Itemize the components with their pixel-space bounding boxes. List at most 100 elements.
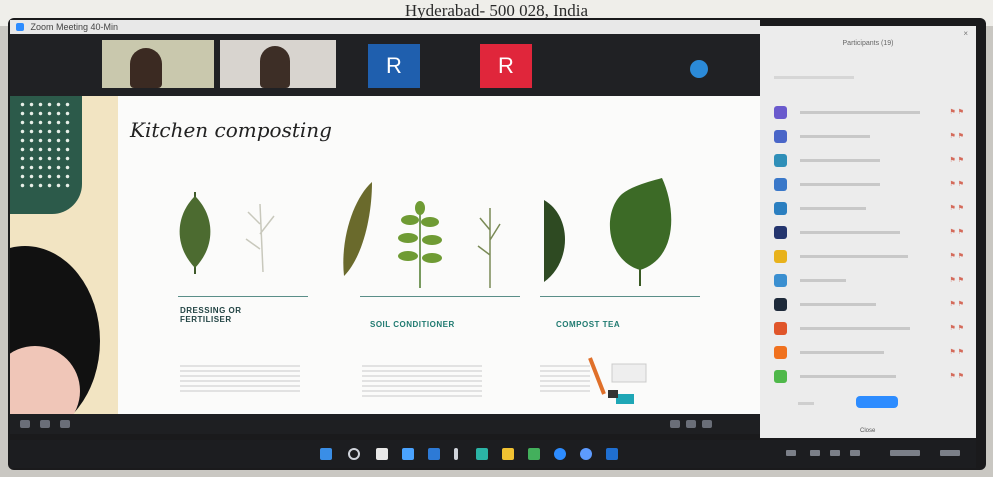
- participant-name: [800, 303, 876, 306]
- tray-chevron-icon[interactable]: [786, 450, 796, 456]
- mic-muted-icon: ⚑ ⚑: [949, 205, 965, 212]
- invite-link[interactable]: [798, 402, 814, 405]
- inner-app-icon[interactable]: [60, 420, 70, 428]
- volume-icon[interactable]: [830, 450, 840, 456]
- participant-avatar-tile-1[interactable]: R: [368, 44, 420, 88]
- inner-tray-icon-1[interactable]: [670, 420, 680, 428]
- participant-row[interactable]: ⚑ ⚑: [774, 128, 970, 146]
- round-leaf-image: [609, 178, 672, 286]
- windows-start-icon[interactable]: [320, 448, 332, 460]
- mic-muted-icon: ⚑ ⚑: [949, 133, 965, 140]
- avatar: [774, 202, 787, 215]
- inner-tray-icon-2[interactable]: [686, 420, 696, 428]
- column-heading-dressing: DRESSING OR FERTILISER: [180, 306, 242, 324]
- mic-muted-icon: ⚑ ⚑: [949, 181, 965, 188]
- participant-row[interactable]: ⚑ ⚑: [774, 152, 970, 170]
- column-divider-1: [178, 296, 308, 297]
- edge-icon[interactable]: [476, 448, 488, 460]
- participants-close-button[interactable]: Close: [860, 428, 875, 434]
- participant-name: [800, 159, 880, 162]
- fern-leaf-image: [179, 192, 211, 274]
- participant-row[interactable]: ⚑ ⚑: [774, 248, 970, 266]
- avatar: [774, 178, 787, 191]
- inner-start-icon[interactable]: [20, 420, 30, 428]
- participant-video-2[interactable]: [220, 40, 336, 88]
- mic-muted-icon: ⚑ ⚑: [949, 157, 965, 164]
- task-view-icon[interactable]: [376, 448, 388, 460]
- slide-decoration-green: [10, 96, 82, 214]
- participant-row[interactable]: ⚑ ⚑: [774, 224, 970, 242]
- participant-name: [800, 111, 920, 114]
- inner-tray-icon-3[interactable]: [702, 420, 712, 428]
- windows-taskbar: [10, 440, 976, 468]
- clock-display[interactable]: [890, 450, 920, 456]
- column-heading-compost-tea: COMPOST TEA: [556, 320, 621, 329]
- participant-row[interactable]: ⚑ ⚑: [774, 200, 970, 218]
- battery-icon[interactable]: [850, 450, 860, 456]
- inner-taskbar: [10, 414, 760, 434]
- participant-name: [800, 207, 866, 210]
- participant-name: [800, 135, 870, 138]
- mic-muted-icon: ⚑ ⚑: [949, 301, 965, 308]
- column-body-text-2: [362, 362, 482, 398]
- participants-panel-title: Participants (19): [842, 40, 894, 47]
- participant-row[interactable]: ⚑ ⚑: [774, 368, 970, 386]
- compound-leaf-image: [398, 201, 442, 288]
- column-heading-dressing-line1: DRESSING OR: [180, 306, 242, 315]
- participant-avatar-dot[interactable]: [690, 60, 708, 78]
- participant-name: [800, 231, 900, 234]
- date-display[interactable]: [940, 450, 960, 456]
- participants-search-placeholder[interactable]: [774, 76, 854, 79]
- small-sprig-image: [477, 208, 501, 288]
- dried-herb-image: [245, 203, 275, 273]
- chat-icon[interactable]: [428, 448, 440, 460]
- avatar: [774, 154, 787, 167]
- mute-all-button[interactable]: [856, 396, 898, 408]
- store-icon[interactable]: [528, 448, 540, 460]
- participant-name: [800, 255, 908, 258]
- long-leaf-image: [343, 182, 372, 276]
- participant-row[interactable]: ⚑ ⚑: [774, 344, 970, 362]
- divider-icon: [454, 448, 458, 460]
- panel-close-icon[interactable]: ×: [963, 29, 968, 38]
- participant-video-1[interactable]: [102, 40, 214, 88]
- avatar: [774, 226, 787, 239]
- widgets-icon[interactable]: [402, 448, 414, 460]
- column-heading-soil-conditioner: SOIL CONDITIONER: [370, 320, 455, 329]
- mic-muted-icon: ⚑ ⚑: [949, 229, 965, 236]
- wifi-icon[interactable]: [810, 450, 820, 456]
- teams-icon[interactable]: [606, 448, 618, 460]
- participant-row[interactable]: ⚑ ⚑: [774, 296, 970, 314]
- chrome-icon[interactable]: [580, 448, 592, 460]
- participant-avatar-tile-2[interactable]: R: [480, 44, 532, 88]
- shared-screen-slide: Kitchen composting DRESSING OR FERTILISE…: [10, 96, 760, 414]
- mic-muted-icon: ⚑ ⚑: [949, 325, 965, 332]
- avatar: [774, 322, 787, 335]
- participant-row[interactable]: ⚑ ⚑: [774, 104, 970, 122]
- avatar: [774, 250, 787, 263]
- search-icon[interactable]: [348, 448, 360, 460]
- participant-row[interactable]: ⚑ ⚑: [774, 320, 970, 338]
- mic-muted-icon: ⚑ ⚑: [949, 109, 965, 116]
- avatar: [774, 370, 787, 383]
- annotation-arrow-icon: [588, 357, 647, 404]
- column-divider-2: [360, 296, 520, 297]
- zoom-logo-icon: [16, 23, 24, 31]
- half-leaf-image: [544, 200, 565, 282]
- participant-row[interactable]: ⚑ ⚑: [774, 272, 970, 290]
- participant-name: [800, 351, 884, 354]
- column-body-text-1: [180, 362, 300, 392]
- avatar: [774, 346, 787, 359]
- mic-muted-icon: ⚑ ⚑: [949, 349, 965, 356]
- zoom-title-bar[interactable]: Zoom Meeting 40-Min: [10, 20, 760, 34]
- zoom-icon[interactable]: [554, 448, 566, 460]
- slide-title: Kitchen composting: [130, 118, 332, 142]
- video-gallery-strip: R R: [10, 34, 760, 96]
- file-explorer-icon[interactable]: [502, 448, 514, 460]
- participant-row[interactable]: ⚑ ⚑: [774, 176, 970, 194]
- column-heading-dressing-line2: FERTILISER: [180, 315, 232, 324]
- avatar: [774, 130, 787, 143]
- participant-name: [800, 279, 846, 282]
- avatar: [774, 298, 787, 311]
- inner-search-icon[interactable]: [40, 420, 50, 428]
